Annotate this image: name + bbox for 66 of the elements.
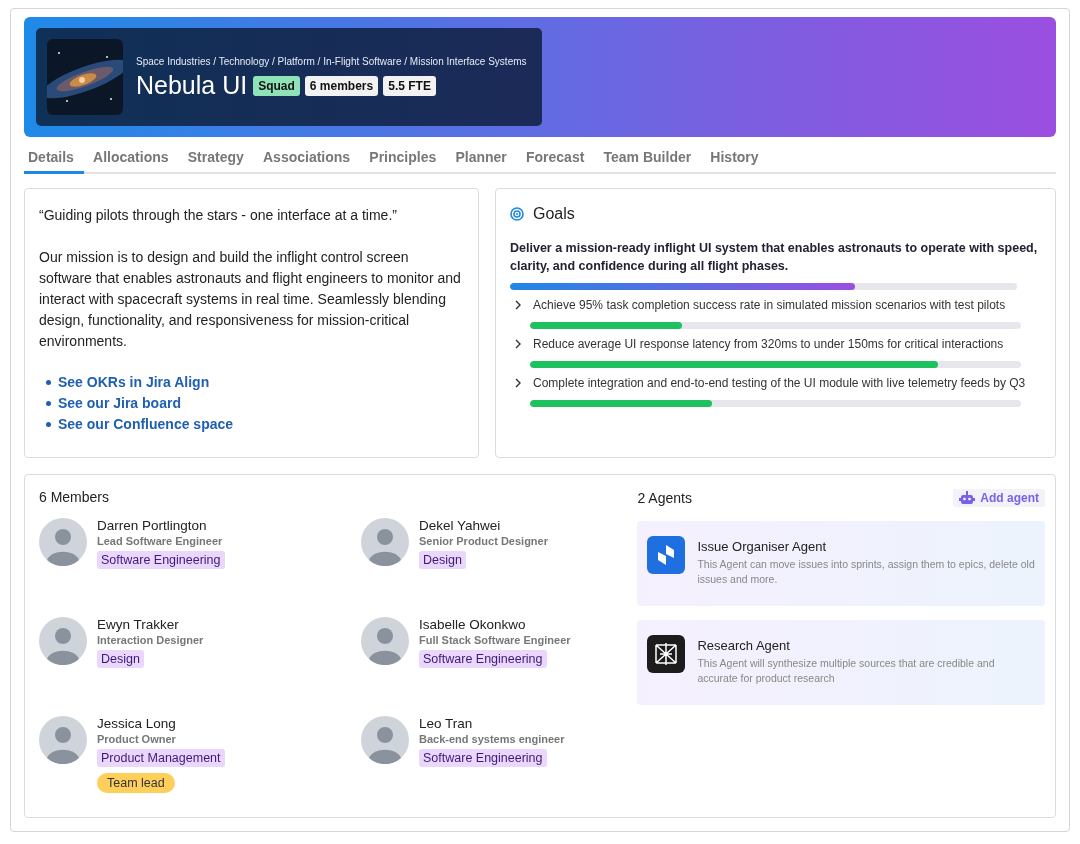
add-agent-button[interactable]: Add agent: [953, 489, 1045, 507]
section-title: 6 Members: [39, 489, 111, 505]
member-name: Darren Portlington: [97, 518, 208, 534]
tab[interactable]: Principles: [359, 146, 446, 172]
tab[interactable]: Associations: [253, 146, 360, 172]
header-badge: 5.5 FTE: [383, 75, 436, 96]
member-role: Back-end systems engineer: [419, 732, 565, 746]
member-name: Leo Tran: [419, 716, 474, 732]
avatar: [361, 617, 409, 665]
member-role: Full Stack Software Engineer: [419, 633, 571, 647]
key-result-text: Complete integration and end-to-end testing of the UI module with live telemetry feeds by Q3: [533, 376, 1026, 390]
member-name: Dekel Yahwei: [419, 518, 502, 534]
objective-text: Deliver a mission-ready inflight UI system that enables astronauts to operate with speed, clarity, and confidence during all flight phases.: [510, 240, 1039, 275]
member-role: Product Owner: [97, 732, 177, 746]
avatar: [39, 617, 87, 665]
goals-title: Goals: [533, 205, 575, 223]
robot-icon: [959, 491, 976, 505]
member-name: Jessica Long: [97, 716, 177, 732]
tab[interactable]: Details: [24, 146, 84, 174]
member-role: Senior Product Designer: [419, 534, 548, 548]
agent-name: Research Agent: [697, 638, 791, 653]
bullet-icon: [46, 400, 51, 406]
avatar: [39, 716, 87, 764]
bullet-icon: [46, 421, 51, 427]
discipline-tag: Software Engineering: [419, 749, 547, 767]
team-lead-badge: Team lead: [97, 773, 175, 793]
avatar: [361, 518, 409, 566]
tab[interactable]: Strategy: [178, 146, 254, 172]
avatar: [361, 716, 409, 764]
tab[interactable]: Planner: [445, 146, 517, 172]
member-name: Isabelle Okonkwo: [419, 617, 527, 633]
mission-text: Our mission is to design and build the inflight control screen software that enables astronauts and flight engineers to monitor and interact with spacecraft systems in real time. Seamlessly blending design, functionality, and responsiveness for mission-critical environments.: [39, 248, 462, 351]
discipline-tag: Design: [419, 551, 466, 569]
key-result-text: Achieve 95% task completion success rate in simulated mission scenarios with test pilots: [533, 298, 1006, 312]
member-role: Interaction Designer: [97, 633, 204, 647]
tab[interactable]: History: [700, 146, 769, 172]
chevron-right-icon[interactable]: [513, 300, 523, 310]
agent-description: This Agent can move issues into sprints, assign them to epics, delete old issues and more.: [697, 557, 1035, 587]
agent-logo-icon: [647, 536, 686, 574]
bullet-icon: [46, 379, 51, 385]
header-badge: 6 members: [304, 75, 379, 96]
link[interactable]: See our Confluence space: [58, 415, 234, 433]
discipline-tag: Design: [97, 650, 144, 668]
mission-quote: “Guiding pilots through the stars - one interface at a time.”: [39, 206, 398, 225]
agent-name: Issue Organiser Agent: [697, 539, 828, 554]
agent-description: This Agent will synthesize multiple sources that are credible and accurate for product research: [697, 656, 996, 686]
target-icon: [510, 207, 524, 221]
discipline-tag: Product Management: [97, 749, 225, 767]
member-name: Ewyn Trakker: [97, 617, 180, 633]
tab[interactable]: Allocations: [83, 146, 179, 172]
member-role: Lead Software Engineer: [97, 534, 224, 548]
header-badge: Squad: [253, 75, 300, 96]
tab[interactable]: Team Builder: [593, 146, 701, 172]
team-title: Nebula UI: [136, 71, 248, 100]
chevron-right-icon[interactable]: [513, 378, 523, 388]
avatar: [39, 518, 87, 566]
chevron-right-icon[interactable]: [513, 339, 523, 349]
breadcrumb[interactable]: Space Industries / Technology / Platform / In-Flight Software / Mission Interface Systems: [136, 56, 527, 67]
discipline-tag: Software Engineering: [97, 551, 225, 569]
tab[interactable]: Forecast: [516, 146, 594, 172]
link[interactable]: See OKRs in Jira Align: [58, 373, 210, 391]
agent-logo-icon: [647, 635, 686, 673]
section-title: 2 Agents: [637, 490, 692, 506]
key-result-text: Reduce average UI response latency from 320ms to under 150ms for critical interactions: [533, 337, 1004, 351]
discipline-tag: Software Engineering: [419, 650, 547, 668]
link[interactable]: See our Jira board: [58, 394, 181, 412]
